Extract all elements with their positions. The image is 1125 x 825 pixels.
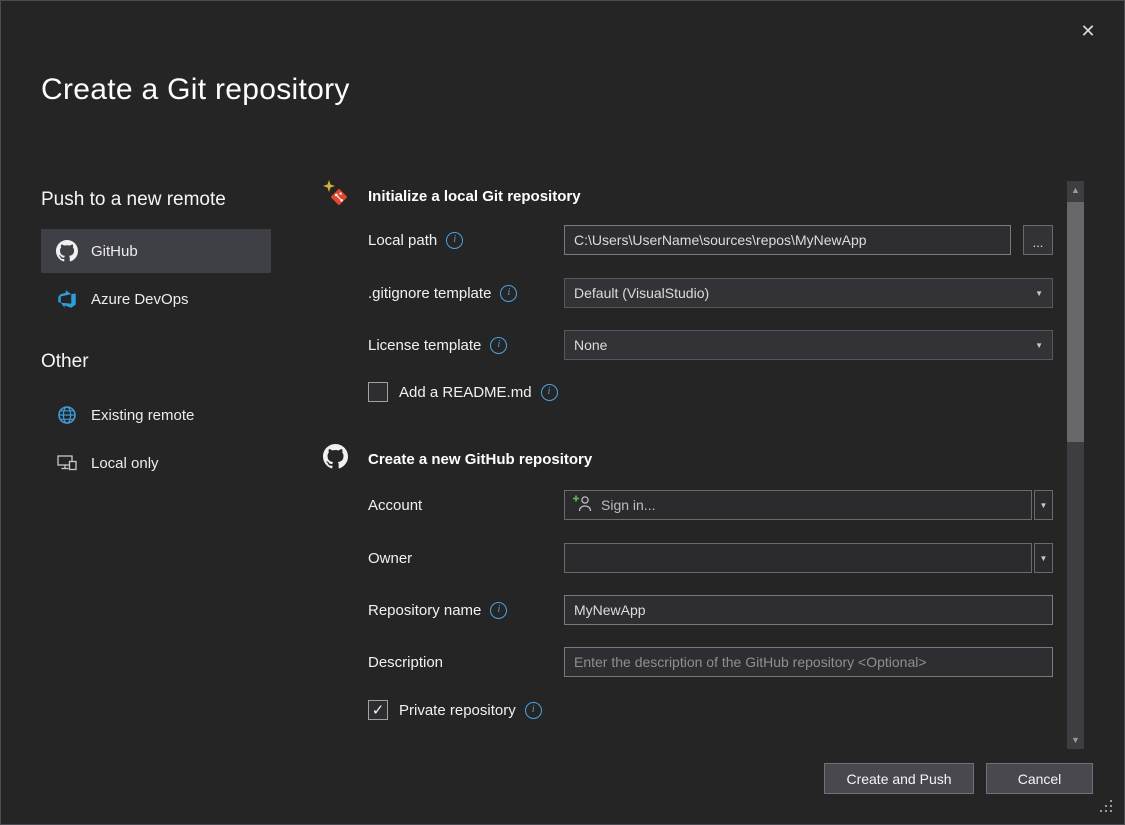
readme-checkbox[interactable] [368, 382, 388, 402]
gitignore-template-dropdown[interactable]: Default (VisualStudio) ▼ [564, 278, 1053, 308]
resize-grip[interactable] [1098, 798, 1114, 819]
info-icon[interactable]: i [490, 337, 507, 354]
info-icon[interactable]: i [446, 232, 463, 249]
sidebar-item-label: Existing remote [91, 407, 194, 424]
account-label: Account [368, 490, 422, 520]
github-icon [55, 240, 79, 262]
local-path-input[interactable] [564, 225, 1011, 255]
check-icon: ✓ [372, 701, 385, 719]
create-and-push-button[interactable]: Create and Push [824, 763, 974, 794]
account-dropdown-button[interactable]: ▼ [1034, 490, 1053, 520]
create-git-repository-dialog: ✕ Create a Git repository Push to a new … [0, 0, 1125, 825]
private-repository-label: Private repository i [399, 695, 542, 725]
sidebar-item-local-only[interactable]: Local only [41, 441, 271, 485]
github-section-header: Create a new GitHub repository [368, 451, 592, 468]
account-value: Sign in... [601, 497, 655, 513]
info-icon[interactable]: i [500, 285, 517, 302]
sidebar-item-existing-remote[interactable]: Existing remote [41, 393, 271, 437]
gitignore-label: .gitignore template i [368, 278, 517, 308]
browse-button[interactable]: ... [1023, 225, 1053, 255]
local-path-label: Local path i [368, 225, 463, 255]
repository-name-input[interactable] [564, 595, 1053, 625]
sidebar-item-label: GitHub [91, 243, 138, 260]
scrollbar-thumb[interactable] [1067, 202, 1084, 442]
git-new-repo-icon [321, 179, 351, 214]
add-user-icon [573, 495, 593, 515]
vertical-scrollbar[interactable]: ▲ ▼ [1067, 181, 1084, 749]
owner-combobox[interactable] [564, 543, 1032, 573]
close-icon[interactable]: ✕ [1072, 15, 1104, 47]
private-repository-checkbox[interactable]: ✓ [368, 700, 388, 720]
scroll-down-icon[interactable]: ▼ [1067, 731, 1084, 749]
repository-name-label: Repository name i [368, 595, 507, 625]
readme-label: Add a README.md i [399, 377, 558, 407]
sidebar-item-label: Azure DevOps [91, 291, 189, 308]
globe-icon [55, 405, 79, 425]
sidebar-item-label: Local only [91, 455, 159, 472]
sidebar-item-github[interactable]: GitHub [41, 229, 271, 273]
sidebar-heading-push-remote: Push to a new remote [41, 189, 226, 211]
account-combobox[interactable]: Sign in... [564, 490, 1032, 520]
chevron-down-icon: ▼ [1040, 554, 1048, 563]
description-input[interactable] [564, 647, 1053, 677]
info-icon[interactable]: i [490, 602, 507, 619]
license-label: License template i [368, 330, 507, 360]
info-icon[interactable]: i [525, 702, 542, 719]
owner-label: Owner [368, 543, 412, 573]
description-label: Description [368, 647, 443, 677]
sidebar-heading-other: Other [41, 351, 89, 373]
sidebar-item-azure-devops[interactable]: Azure DevOps [41, 277, 271, 321]
chevron-down-icon: ▼ [1035, 289, 1043, 298]
dialog-title: Create a Git repository [41, 73, 350, 107]
info-icon[interactable]: i [541, 384, 558, 401]
computer-icon [55, 454, 79, 472]
azure-devops-icon [55, 289, 79, 309]
cancel-button[interactable]: Cancel [986, 763, 1093, 794]
scroll-up-icon[interactable]: ▲ [1067, 181, 1084, 199]
license-template-dropdown[interactable]: None ▼ [564, 330, 1053, 360]
chevron-down-icon: ▼ [1035, 341, 1043, 350]
chevron-down-icon: ▼ [1040, 501, 1048, 510]
github-icon [323, 444, 348, 474]
owner-dropdown-button[interactable]: ▼ [1034, 543, 1053, 573]
init-section-header: Initialize a local Git repository [368, 188, 581, 205]
